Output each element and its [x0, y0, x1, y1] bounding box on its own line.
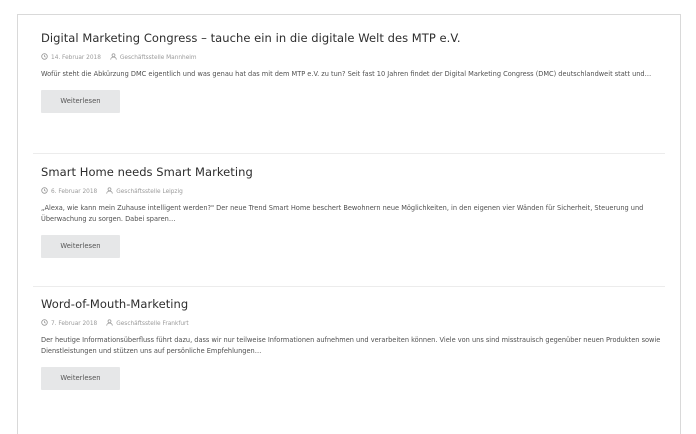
post-divider — [33, 153, 665, 154]
clock-icon — [41, 187, 48, 196]
post-excerpt: „Alexa, wie kann mein Zuhause intelligen… — [41, 204, 644, 223]
post-title[interactable]: Smart Home needs Smart Marketing — [41, 165, 666, 179]
post-excerpt: Wofür steht die Abkürzung DMC eigentlich… — [41, 70, 652, 78]
read-more-button[interactable]: Weiterlesen — [41, 90, 120, 113]
post-meta: 6. Februar 2018 Geschäftsstelle Leipzig — [41, 187, 666, 196]
user-icon — [106, 319, 113, 328]
post-author[interactable]: Geschäftsstelle Leipzig — [116, 189, 183, 195]
user-icon — [106, 187, 113, 196]
post-author[interactable]: Geschäftsstelle Mannheim — [120, 55, 197, 61]
post-item: Smart Home needs Smart Marketing 6. Febr… — [41, 165, 666, 258]
post-item: Word-of-Mouth-Marketing 7. Februar 2018 … — [41, 297, 666, 390]
post-title[interactable]: Digital Marketing Congress – tauche ein … — [41, 31, 666, 45]
post-divider — [33, 286, 665, 287]
post-author[interactable]: Geschäftsstelle Frankfurt — [116, 321, 188, 327]
post-meta: 7. Februar 2018 Geschäftsstelle Frankfur… — [41, 319, 666, 328]
post-list: Digital Marketing Congress – tauche ein … — [17, 14, 681, 434]
clock-icon — [41, 319, 48, 328]
user-icon — [110, 53, 117, 62]
post-date: 14. Februar 2018 — [51, 54, 101, 61]
read-more-button[interactable]: Weiterlesen — [41, 235, 120, 258]
post-meta: 14. Februar 2018 Geschäftsstelle Mannhei… — [41, 53, 666, 62]
post-date: 6. Februar 2018 — [51, 188, 98, 195]
post-date: 7. Februar 2018 — [51, 320, 98, 327]
post-title[interactable]: Word-of-Mouth-Marketing — [41, 297, 666, 311]
post-excerpt: Der heutige Informationsüberfluss führt … — [41, 336, 661, 355]
clock-icon — [41, 53, 48, 62]
post-item: Digital Marketing Congress – tauche ein … — [41, 31, 666, 113]
read-more-button[interactable]: Weiterlesen — [41, 367, 120, 390]
